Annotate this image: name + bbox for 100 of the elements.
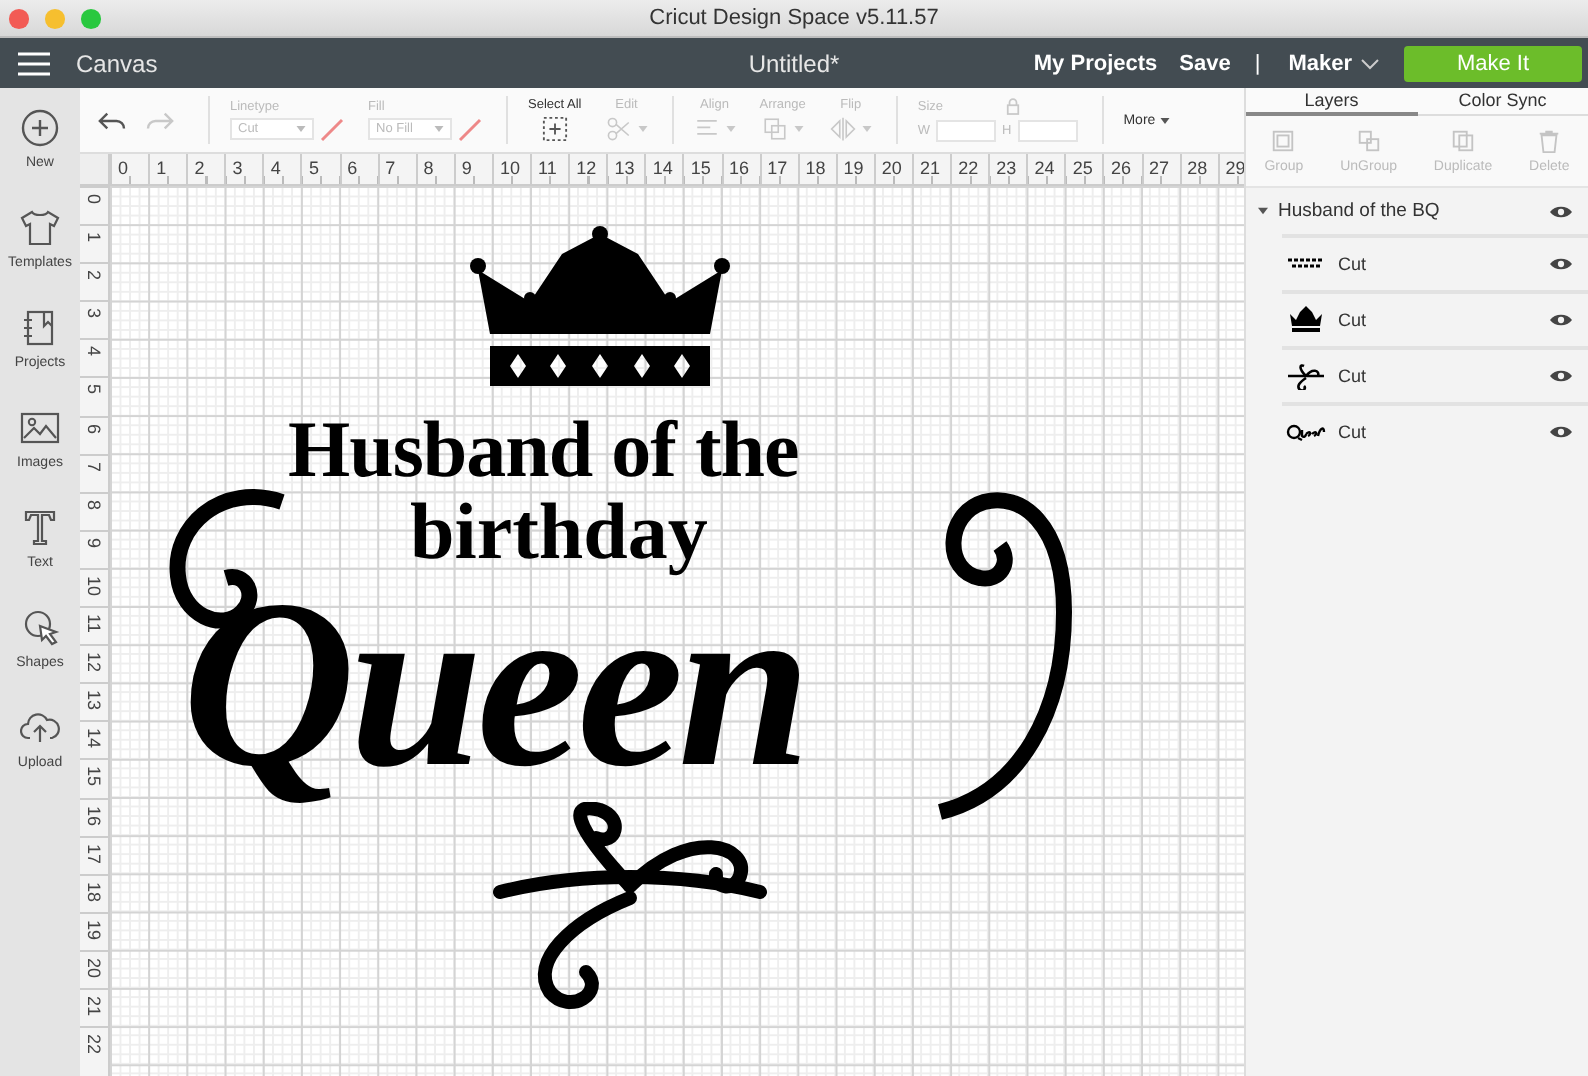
ruler-number: 9 — [84, 537, 104, 548]
ruler-number: 14 — [644, 154, 683, 184]
letter-t-icon — [20, 508, 60, 548]
caret-icon — [793, 126, 804, 132]
cloud-upload-icon — [20, 708, 60, 748]
stack-icon — [761, 116, 788, 142]
layer-name[interactable]: Cut — [1338, 422, 1538, 442]
select-all-icon — [541, 116, 568, 142]
duplicate-icon — [1450, 128, 1477, 154]
ruler-number: 27 — [1141, 154, 1180, 184]
ruler-number: 0 — [110, 154, 149, 184]
ruler-number: 7 — [84, 461, 104, 472]
caret-icon — [1159, 117, 1170, 123]
ruler-number: 25 — [1064, 154, 1103, 184]
ruler-number: 16 — [84, 805, 104, 826]
ruler-number: 1 — [84, 232, 104, 243]
section-title: Canvas — [76, 49, 158, 77]
ruler-number: 19 — [84, 919, 104, 940]
no-color-swatch-icon[interactable] — [320, 117, 344, 141]
document-title: Untitled* — [748, 49, 840, 77]
ruler-number: 5 — [84, 384, 104, 395]
ruler-number: 2 — [84, 270, 104, 281]
ruler-number: 13 — [606, 154, 645, 184]
layer-group-name[interactable]: Husband of the BQ — [1278, 200, 1540, 222]
layer-thumbnail — [1286, 306, 1326, 334]
ruler-number: 16 — [721, 154, 760, 184]
caret-icon[interactable] — [1360, 57, 1380, 69]
ruler-number: 4 — [262, 154, 301, 184]
menu-icon[interactable] — [18, 51, 50, 75]
ruler-number: 2 — [186, 154, 225, 184]
separator-text: | — [1254, 51, 1261, 75]
layer-name[interactable]: Cut — [1338, 310, 1538, 330]
ruler-number: 6 — [84, 423, 104, 434]
ruler-number: 11 — [84, 614, 104, 633]
shapes-icon — [20, 608, 60, 648]
ruler-number: 11 — [530, 154, 569, 184]
flip-icon — [829, 116, 856, 142]
ruler-number: 22 — [950, 154, 989, 184]
ruler-number: 17 — [84, 843, 104, 864]
ruler-number: 4 — [84, 346, 104, 357]
undo-button[interactable] — [96, 107, 126, 133]
eye-icon[interactable] — [1550, 312, 1572, 328]
height-field[interactable] — [1017, 120, 1078, 142]
group-icon — [1270, 128, 1297, 154]
ruler-number: 20 — [873, 154, 912, 184]
ruler-number: 3 — [224, 154, 263, 184]
header-link[interactable]: My Projects — [1033, 51, 1158, 75]
ruler-number: 21 — [911, 154, 951, 184]
ruler-number: 10 — [491, 154, 531, 184]
caret-icon — [434, 126, 444, 132]
header-link[interactable]: Save — [1179, 51, 1231, 75]
ruler-number: 8 — [415, 154, 454, 184]
caret-icon — [861, 126, 872, 132]
eye-icon[interactable] — [1550, 368, 1572, 384]
window-title: Cricut Design Space v5.11.57 — [649, 6, 939, 30]
ruler-number: 22 — [84, 1034, 104, 1055]
ruler-number: 14 — [84, 728, 104, 749]
ruler-number: 12 — [568, 154, 607, 184]
no-color-swatch-icon[interactable] — [458, 117, 482, 141]
ruler-number: 15 — [84, 766, 104, 787]
ruler-number: 15 — [682, 154, 721, 184]
ruler-number: 1 — [148, 154, 187, 184]
eye-icon[interactable] — [1550, 203, 1572, 219]
layer-thumbnail — [1286, 362, 1326, 390]
ruler-number: 10 — [84, 575, 104, 596]
ruler-number: 17 — [759, 154, 798, 184]
trash-icon — [1536, 128, 1563, 154]
layer-name[interactable]: Cut — [1338, 254, 1538, 274]
ruler-number: 18 — [797, 154, 836, 184]
ruler-number: 12 — [84, 652, 104, 673]
ruler-number: 18 — [84, 881, 104, 902]
caret-icon — [725, 126, 736, 132]
ruler-number: 26 — [1102, 154, 1142, 184]
ruler-number: 13 — [84, 690, 104, 711]
ruler-number: 0 — [84, 194, 104, 205]
ruler-number: 24 — [1026, 154, 1065, 184]
shirt-icon — [20, 208, 60, 248]
ruler-number: 23 — [988, 154, 1027, 184]
ruler-number: 6 — [339, 154, 378, 184]
scissors-icon — [605, 116, 632, 142]
ruler-number: 9 — [453, 154, 492, 184]
ruler-number: 7 — [377, 154, 416, 184]
machine-selector[interactable]: Maker — [1288, 51, 1352, 75]
layer-name[interactable]: Cut — [1338, 366, 1538, 386]
caret-icon — [637, 126, 648, 132]
ruler-number: 21 — [84, 995, 104, 1016]
picture-icon — [20, 408, 60, 448]
eye-icon[interactable] — [1550, 424, 1572, 440]
eye-icon[interactable] — [1550, 256, 1572, 272]
ruler-number: 19 — [835, 154, 874, 184]
ruler-number: 8 — [84, 499, 104, 510]
ruler-number: 5 — [300, 154, 340, 184]
ruler-number: 28 — [1179, 154, 1218, 184]
ungroup-icon — [1355, 128, 1382, 154]
caret-icon — [296, 126, 306, 132]
plus-circle-icon — [20, 108, 60, 148]
ruler-number: 20 — [84, 957, 104, 978]
close-button[interactable] — [8, 8, 30, 30]
caret-down-icon[interactable] — [1258, 206, 1268, 216]
ruler-number: 3 — [84, 308, 104, 319]
